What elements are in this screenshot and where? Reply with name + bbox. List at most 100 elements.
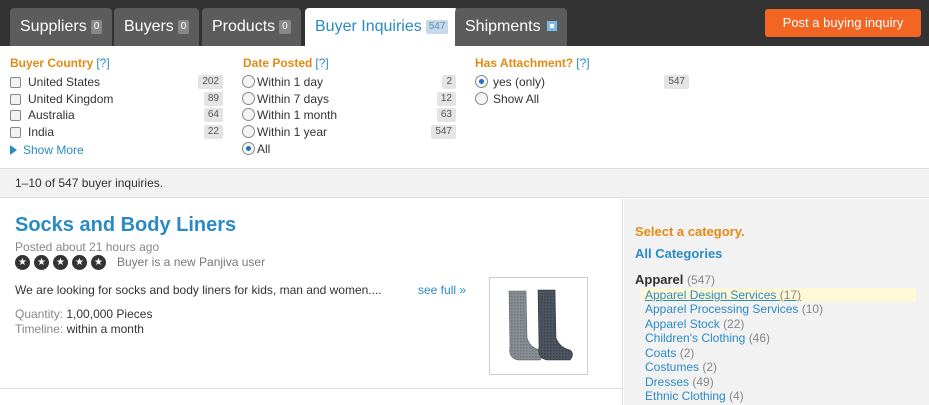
option-count: 89	[203, 92, 223, 106]
tab-products[interactable]: Products 0	[202, 8, 301, 46]
option-count: 12	[436, 92, 456, 106]
all-categories-link[interactable]: All Categories	[635, 246, 722, 262]
subcategory-link[interactable]: Ethnic Clothing (4)	[645, 389, 744, 403]
filter-date-posted: Date Posted [?]	[243, 55, 329, 71]
option-count: 547	[664, 75, 689, 89]
subcategory-link[interactable]: Apparel Processing Services (10)	[645, 302, 823, 316]
filter-buyer-country: Buyer Country [?]	[10, 55, 110, 71]
star-icon: ★	[91, 255, 106, 270]
result-title-link[interactable]: Socks and Body Liners	[15, 213, 236, 237]
subcategory-count: (10)	[801, 302, 824, 316]
help-link[interactable]: [?]	[96, 56, 109, 70]
country-option-united-kingdom[interactable]: United Kingdom 89	[10, 91, 223, 107]
help-link[interactable]: [?]	[576, 56, 589, 70]
subcategory-link[interactable]: Costumes (2)	[645, 360, 717, 374]
option-label: All	[257, 142, 271, 156]
subcategory-link[interactable]: Apparel Design Services (17)	[641, 288, 916, 302]
radio-button[interactable]	[242, 92, 255, 105]
subcategory-count: (22)	[723, 317, 745, 331]
tab-label: Products	[212, 18, 276, 35]
triangle-right-icon	[10, 145, 17, 155]
option-label: India	[28, 125, 55, 139]
option-label: Show All	[493, 92, 540, 106]
option-count: 22	[203, 125, 223, 139]
subcategory-link[interactable]: Children's Clothing (46)	[645, 331, 770, 345]
tab-label: Shipments	[465, 18, 541, 35]
filter-title: Buyer Country [?]	[10, 56, 110, 70]
date-option-1-year[interactable]: Within 1 year 547	[242, 124, 456, 140]
country-option-australia[interactable]: Australia 64	[10, 107, 223, 123]
subcategory-count: (4)	[729, 389, 744, 403]
option-label: Within 7 days	[257, 92, 330, 106]
quantity-value: 1,00,000 Pieces	[66, 307, 153, 321]
show-more-link[interactable]: Show More	[10, 143, 84, 157]
option-label: yes (only)	[493, 75, 546, 89]
date-option-all[interactable]: All	[242, 141, 456, 157]
filter-title: Date Posted [?]	[243, 56, 329, 70]
attachment-option-yes-only[interactable]: yes (only) 547	[475, 74, 689, 90]
attachment-option-show-all[interactable]: Show All	[475, 91, 689, 107]
subcategory-count: (17)	[779, 288, 802, 302]
subcategory-count: (2)	[679, 346, 695, 360]
date-option-7-days[interactable]: Within 7 days 12	[242, 91, 456, 107]
product-thumbnail[interactable]	[489, 277, 588, 375]
radio-button[interactable]	[242, 125, 255, 138]
tab-count-badge: 0	[177, 20, 190, 34]
quantity-label: Quantity:	[15, 307, 64, 321]
tab-label: Buyers	[124, 18, 174, 35]
timeline-value: within a month	[66, 322, 144, 336]
tab-label: Suppliers	[20, 18, 87, 35]
subcategory-count: (49)	[692, 375, 714, 389]
help-link[interactable]: [?]	[315, 56, 328, 70]
filter-title: Has Attachment? [?]	[475, 56, 590, 70]
divider	[0, 388, 623, 389]
category-count: (547)	[687, 273, 716, 287]
tab-count-badge: 0	[90, 20, 103, 34]
tab-count-badge: 547	[425, 20, 449, 34]
tab-shipments[interactable]: Shipments	[455, 8, 567, 46]
results-summary: 1–10 of 547 buyer inquiries.	[0, 168, 929, 198]
buyer-note: Buyer is a new Panjiva user	[117, 255, 266, 269]
result-description: We are looking for socks and body liners…	[15, 283, 382, 297]
tab-buyer-inquiries[interactable]: Buyer Inquiries 547	[305, 8, 459, 46]
star-icon: ★	[53, 255, 68, 270]
top-nav-bar: Suppliers 0 Buyers 0 Products 0 Buyer Inqui…	[0, 0, 929, 46]
checkbox[interactable]	[10, 127, 21, 138]
quantity-row: Quantity: 1,00,000 Pieces	[15, 307, 152, 321]
filter-has-attachment: Has Attachment? [?]	[475, 55, 590, 71]
sidebar-heading: Select a category.	[635, 224, 745, 239]
option-count: 202	[198, 75, 223, 89]
subcategory-link[interactable]: Coats (2)	[645, 346, 694, 360]
checkbox[interactable]	[10, 77, 21, 88]
tab-label: Buyer Inquiries	[315, 18, 422, 35]
option-label: Within 1 year	[257, 125, 328, 139]
post-buying-inquiry-button[interactable]: Post a buying inquiry	[765, 9, 921, 37]
date-option-1-month[interactable]: Within 1 month 63	[242, 107, 456, 123]
see-full-link[interactable]: see full »	[418, 283, 466, 297]
timeline-label: Timeline:	[15, 322, 64, 336]
date-option-1-day[interactable]: Within 1 day 2	[242, 74, 456, 90]
radio-button[interactable]	[242, 75, 255, 88]
radio-button[interactable]	[242, 108, 255, 121]
country-option-india[interactable]: India 22	[10, 124, 223, 140]
tab-buyers[interactable]: Buyers 0	[114, 8, 200, 46]
tab-suppliers[interactable]: Suppliers 0	[10, 8, 113, 46]
socks-image-icon	[508, 289, 573, 361]
option-label: United States	[28, 75, 101, 89]
category-apparel: Apparel (547)	[635, 272, 716, 287]
subcategory-link[interactable]: Dresses (49)	[645, 375, 714, 389]
country-option-united-states[interactable]: United States 202	[10, 74, 223, 90]
option-label: Within 1 day	[257, 75, 324, 89]
star-icon: ★	[72, 255, 87, 270]
option-count: 64	[203, 108, 223, 122]
subcategory-count: (2)	[702, 360, 718, 374]
subcategory-link[interactable]: Apparel Stock (22)	[645, 317, 744, 331]
option-count: 2	[442, 75, 456, 89]
star-icon: ★	[15, 255, 30, 270]
radio-button-selected[interactable]	[475, 75, 488, 88]
checkbox[interactable]	[10, 110, 21, 121]
star-icon: ★	[34, 255, 49, 270]
radio-button-selected[interactable]	[242, 142, 255, 155]
checkbox[interactable]	[10, 94, 21, 105]
radio-button[interactable]	[475, 92, 488, 105]
